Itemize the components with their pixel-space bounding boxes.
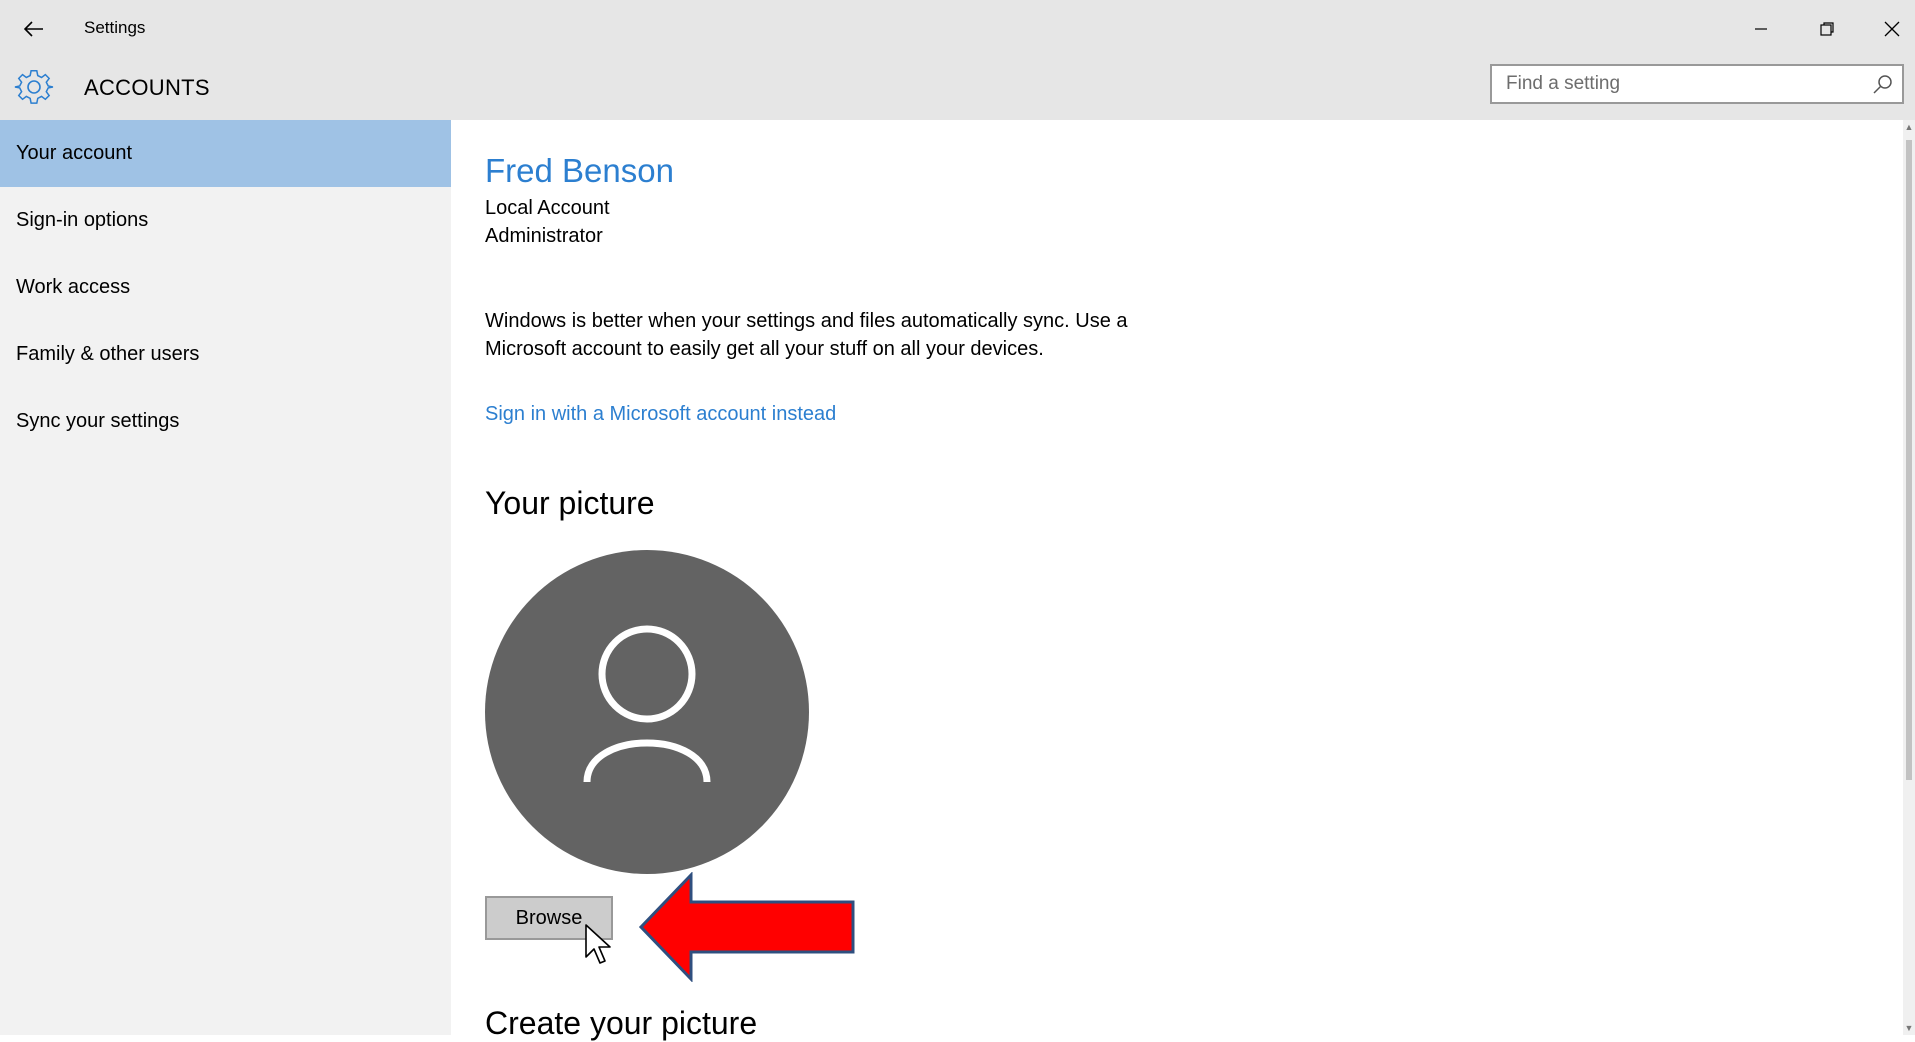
settings-window: Settings ACCOUNTS Find a setting Your ac… xyxy=(0,0,1915,1041)
account-type: Local Account xyxy=(485,197,610,219)
restore-icon xyxy=(1820,22,1834,36)
sidebar-item-work-access[interactable]: Work access xyxy=(0,254,451,321)
sidebar-item-family-other-users[interactable]: Family & other users xyxy=(0,321,451,388)
minimize-icon xyxy=(1755,28,1767,30)
page-title: ACCOUNTS xyxy=(84,75,210,100)
header-bar: ACCOUNTS xyxy=(0,58,1915,120)
window-title: Settings xyxy=(84,18,146,37)
search-box[interactable] xyxy=(1490,64,1904,104)
scroll-up-icon[interactable]: ▲ xyxy=(1904,122,1914,132)
sidebar: Your account Sign-in options Work access… xyxy=(0,120,451,1035)
search-icon[interactable] xyxy=(1872,73,1894,95)
gear-icon xyxy=(14,70,54,104)
back-button[interactable] xyxy=(16,14,52,44)
picture-heading: Your picture xyxy=(485,485,655,521)
sidebar-item-sign-in-options[interactable]: Sign-in options xyxy=(0,187,451,254)
title-bar: Settings xyxy=(0,0,1915,58)
close-button[interactable] xyxy=(1869,10,1915,48)
main-content: Fred Benson Local Account Administrator … xyxy=(451,120,1915,1041)
microsoft-signin-link[interactable]: Sign in with a Microsoft account instead xyxy=(485,403,836,426)
account-role: Administrator xyxy=(485,225,603,247)
scroll-down-icon[interactable]: ▼ xyxy=(1904,1023,1914,1033)
back-arrow-icon xyxy=(24,21,43,37)
scroll-thumb[interactable] xyxy=(1906,140,1912,780)
close-icon xyxy=(1884,21,1900,37)
user-name: Fred Benson xyxy=(485,152,674,189)
user-silhouette-icon xyxy=(583,625,711,783)
search-input[interactable] xyxy=(1492,66,1876,102)
sidebar-item-your-account[interactable]: Your account xyxy=(0,120,451,187)
scrollbar[interactable]: ▲ ▼ xyxy=(1903,120,1915,1035)
sidebar-item-sync-settings[interactable]: Sync your settings xyxy=(0,388,451,455)
avatar xyxy=(485,550,809,874)
create-picture-heading: Create your picture xyxy=(485,1005,758,1041)
mouse-cursor-icon xyxy=(585,924,611,964)
annotation-arrow-icon xyxy=(639,872,855,982)
sync-message: Windows is better when your settings and… xyxy=(485,310,1128,360)
restore-button[interactable] xyxy=(1804,10,1850,48)
minimize-button[interactable] xyxy=(1738,10,1784,48)
